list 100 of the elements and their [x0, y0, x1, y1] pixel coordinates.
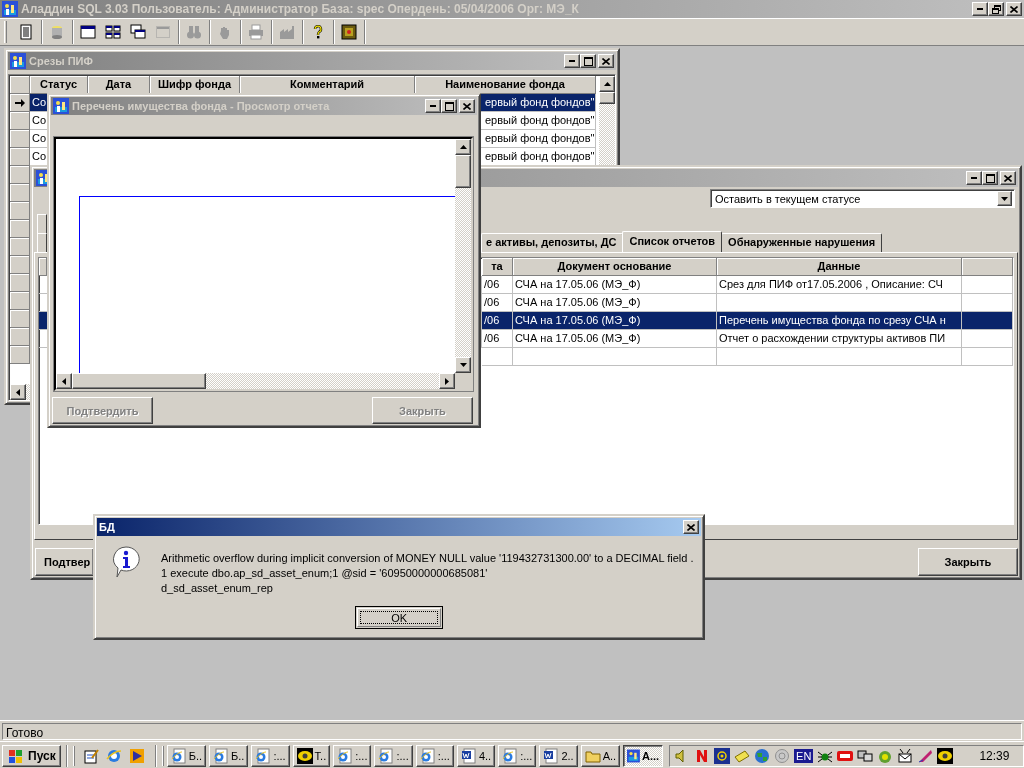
scroll-down-button[interactable] — [455, 357, 471, 373]
close-button[interactable] — [598, 54, 614, 68]
language-indicator[interactable]: EN — [794, 748, 814, 763]
column-header[interactable]: Наименование фонда — [415, 76, 596, 94]
minimize-button[interactable] — [966, 171, 982, 185]
taskbar-button[interactable]: 2.. — [539, 744, 578, 767]
signal-icon[interactable] — [714, 747, 731, 764]
scroll-thumb[interactable] — [72, 373, 206, 389]
minimize-icon — [977, 8, 983, 10]
close-button[interactable] — [459, 99, 475, 113]
minimize-button[interactable] — [564, 54, 580, 68]
column-header[interactable]: Данные — [717, 258, 962, 276]
tab[interactable]: е активы, депозиты, ДС — [481, 233, 624, 252]
table-cell: СЧА на 17.05.06 (МЭ_Ф) — [513, 330, 717, 348]
media-player-icon[interactable] — [128, 747, 145, 764]
confirm-button[interactable]: Подтвер — [35, 548, 94, 576]
start-button[interactable]: Пуск — [2, 744, 61, 767]
cascade-icon[interactable] — [130, 24, 146, 40]
notepad-icon[interactable] — [82, 747, 99, 764]
tab[interactable] — [37, 233, 47, 252]
scrollbar[interactable] — [56, 373, 455, 389]
close-icon — [463, 102, 471, 110]
table-cell: Перечень имущества фонда по срезу СЧА н — [717, 312, 962, 330]
scroll-thumb[interactable] — [455, 154, 471, 188]
caret-icon — [603, 82, 611, 86]
document-icon — [543, 747, 560, 764]
window-title: Срезы ПИФ — [29, 55, 94, 67]
taskbar-button[interactable]: :... — [333, 744, 372, 767]
tile-icon[interactable] — [105, 24, 121, 40]
maximize-icon — [444, 101, 454, 111]
envelope-icon[interactable] — [897, 747, 914, 764]
column-header[interactable] — [10, 76, 30, 94]
message-text: 1 execute dbo.ap_sd_asset_enum;1 @sid = '60950000000685081' — [161, 566, 489, 581]
browser-icon — [170, 747, 187, 764]
scroll-left-button[interactable] — [56, 373, 72, 389]
scroll-left-button[interactable] — [10, 384, 26, 400]
document-icon — [460, 747, 477, 764]
window-title: БД — [99, 521, 116, 533]
map-icon[interactable] — [341, 24, 357, 40]
taskbar-button[interactable]: Б.. — [209, 744, 249, 767]
document-icon[interactable] — [18, 24, 34, 40]
browser-icon — [502, 747, 519, 764]
windows-flag-icon — [7, 748, 25, 763]
taskbar-button[interactable]: :... — [415, 744, 454, 767]
table-cell: /06 — [482, 276, 513, 294]
scroll-up-button[interactable] — [599, 76, 615, 92]
minimize-button[interactable] — [972, 2, 988, 16]
row-header[interactable] — [10, 94, 30, 112]
table-cell: /06 — [482, 330, 513, 348]
scroll-up-button[interactable] — [455, 138, 471, 155]
close-icon — [1010, 5, 1018, 13]
taskbar-button[interactable]: Б.. — [166, 744, 207, 767]
message-text: Arithmetic overflow during implicit conversion of MONEY NULL value '119432731300.00' to a DECIMAL field . — [161, 551, 694, 566]
maximize-button[interactable] — [580, 54, 596, 68]
taskbar-button[interactable]: :... — [374, 744, 413, 767]
taskbar-button[interactable]: 4.. — [456, 744, 496, 767]
close-button[interactable] — [1000, 171, 1016, 185]
minimize-button[interactable] — [425, 99, 441, 113]
scrollbar[interactable] — [10, 384, 30, 400]
caret-icon — [16, 388, 20, 396]
database-icon[interactable] — [49, 24, 65, 40]
scrollbar[interactable] — [599, 76, 615, 165]
taskbar-button[interactable]: :... — [251, 744, 290, 767]
taskbar-button[interactable]: А.. — [580, 744, 621, 767]
tab[interactable]: Список отчетов — [622, 231, 723, 252]
browser-icon — [213, 747, 230, 764]
taskbar-button[interactable]: А... — [623, 744, 664, 767]
taskbar-button[interactable]: Т.. — [292, 744, 331, 767]
restore-button[interactable] — [988, 2, 1004, 16]
maximize-button[interactable] — [982, 171, 998, 185]
taskbar-button[interactable]: :... — [498, 744, 537, 767]
close-icon — [1004, 174, 1012, 182]
table-cell: СЧА на 17.05.06 (МЭ_Ф) — [513, 276, 717, 294]
tab[interactable] — [37, 214, 47, 233]
column-header[interactable]: Шифр фонда — [150, 76, 240, 94]
column-header[interactable]: Дата — [88, 76, 150, 94]
maximize-button[interactable] — [441, 99, 457, 113]
close-button[interactable]: Закрыть — [918, 548, 1018, 576]
ok-button[interactable]: OK — [355, 606, 444, 629]
column-header[interactable]: Документ основание — [513, 258, 717, 276]
scrollbar[interactable] — [455, 138, 471, 373]
eye-icon[interactable] — [937, 747, 954, 764]
window-icon — [627, 747, 640, 764]
column-header[interactable] — [962, 258, 1013, 276]
column-header[interactable]: та — [482, 258, 513, 276]
window-icon[interactable] — [80, 24, 96, 40]
tab[interactable]: Обнаруженные нарушения — [721, 233, 883, 252]
close-icon — [602, 57, 610, 65]
column-header[interactable] — [39, 258, 47, 276]
column-header[interactable]: Комментарий — [240, 76, 415, 94]
browser-icon[interactable] — [105, 747, 122, 764]
globe-icon[interactable] — [754, 747, 771, 764]
status-dropdown[interactable]: Оставить в текущем статусе — [710, 189, 1015, 208]
scroll-right-button[interactable] — [439, 373, 455, 389]
scroll-thumb[interactable] — [599, 92, 615, 104]
column-header[interactable]: Статус — [30, 76, 88, 94]
table-cell: Срез для ПИФ от17.05.2006 , Описание: СЧ — [717, 276, 962, 294]
close-button[interactable] — [683, 520, 700, 534]
computer-icon[interactable] — [857, 747, 874, 764]
close-button[interactable] — [1006, 2, 1022, 16]
